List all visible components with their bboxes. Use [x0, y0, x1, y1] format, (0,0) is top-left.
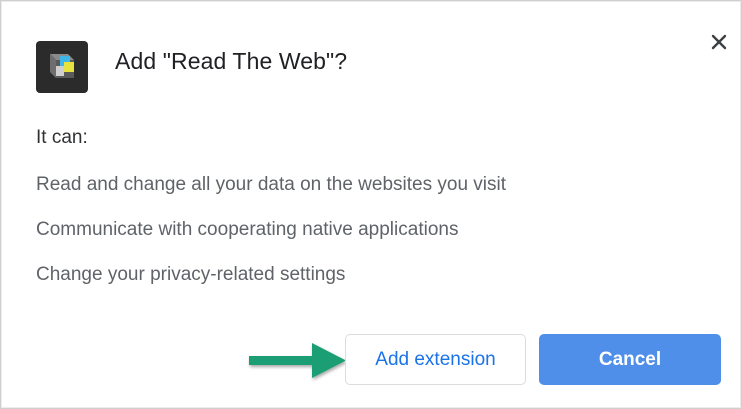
permissions-intro: It can: — [36, 127, 88, 148]
right-arrow-icon — [246, 339, 356, 383]
dialog-title: Add "Read The Web"? — [115, 48, 348, 74]
add-extension-button[interactable]: Add extension — [345, 334, 526, 385]
cancel-button[interactable]: Cancel — [539, 334, 721, 385]
add-extension-dialog: Add "Read The Web"? It can: Read and cha… — [0, 0, 742, 409]
permission-item: Communicate with cooperating native appl… — [36, 219, 459, 240]
close-button[interactable] — [705, 28, 733, 56]
close-icon — [711, 34, 727, 50]
extension-cube-icon — [36, 41, 88, 93]
permission-item: Change your privacy-related settings — [36, 264, 346, 285]
permission-item: Read and change all your data on the web… — [36, 174, 507, 195]
